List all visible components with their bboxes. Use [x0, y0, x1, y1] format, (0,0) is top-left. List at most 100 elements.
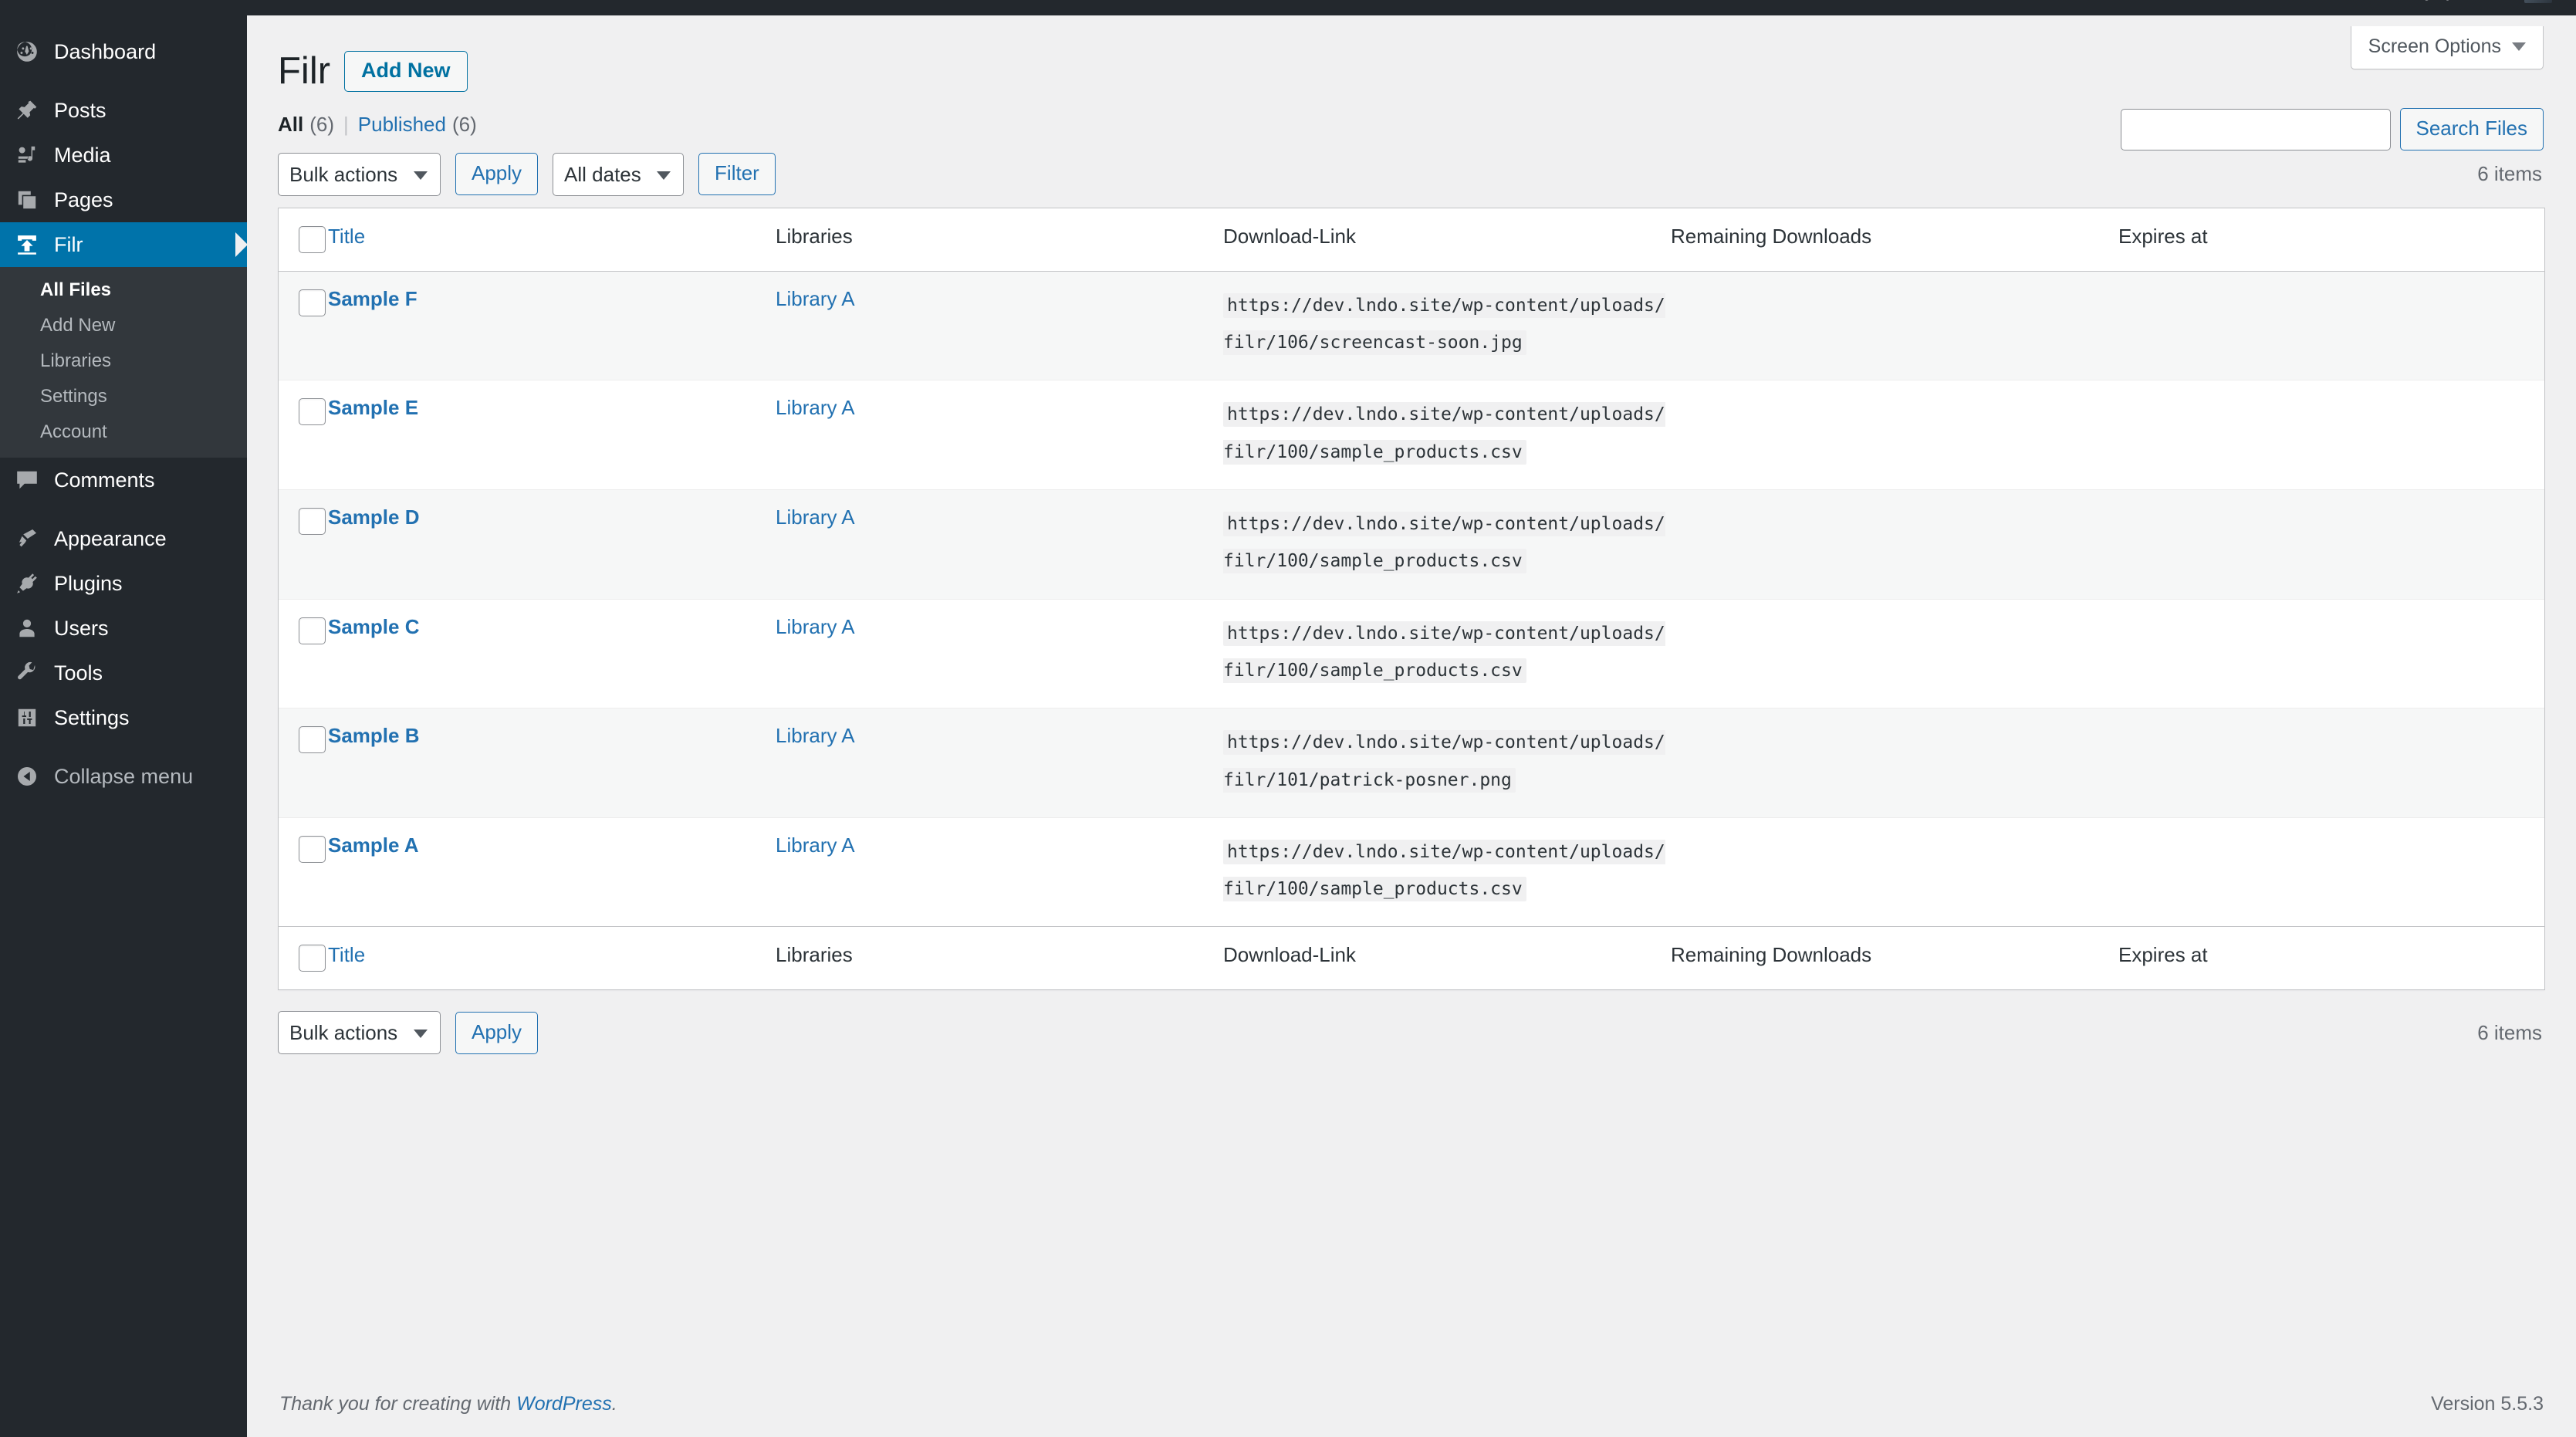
row-checkbox[interactable]: [299, 617, 326, 644]
select-all-checkbox-bottom[interactable]: [299, 945, 326, 972]
table-row[interactable]: Sample F Library A https://dev.lndo.site…: [279, 271, 2544, 380]
sidebar-subitem-add-new[interactable]: Add New: [0, 308, 247, 343]
row-expires-at-cell: [2118, 380, 2544, 489]
sidebar-item-tools[interactable]: Tools: [0, 651, 247, 695]
brush-icon: [11, 526, 43, 551]
row-title-link[interactable]: Sample B: [328, 724, 420, 747]
admin-bar-my-account[interactable]: Howdy, patrick: [2358, 0, 2576, 15]
column-footer-title-link[interactable]: Title: [328, 943, 365, 966]
sidebar-subitem-libraries[interactable]: Libraries: [0, 343, 247, 379]
row-library-link[interactable]: Library A: [776, 724, 855, 747]
row-title-link[interactable]: Sample A: [328, 833, 419, 857]
column-footer-expires-at: Expires at: [2118, 926, 2544, 989]
column-header-title[interactable]: Title: [328, 208, 776, 272]
wrench-icon: [11, 661, 43, 685]
footer-thankyou-prefix: Thank you for creating with: [279, 1392, 517, 1415]
sidebar-item-pages[interactable]: Pages: [0, 178, 247, 222]
row-title-link[interactable]: Sample D: [328, 505, 420, 529]
bulk-actions-select[interactable]: Bulk actions: [278, 152, 441, 196]
sidebar-item-dashboard[interactable]: Dashboard: [0, 29, 247, 74]
date-filter-select[interactable]: All dates: [553, 152, 685, 196]
filter-button[interactable]: Filter: [698, 153, 776, 196]
row-library-link[interactable]: Library A: [776, 287, 855, 310]
row-checkbox[interactable]: [299, 508, 326, 536]
sidebar-item-comments[interactable]: Comments: [0, 458, 247, 502]
page-title-row: Filr Add New: [278, 15, 2545, 93]
row-checkbox[interactable]: [299, 726, 326, 754]
sidebar-item-label: Plugins: [54, 571, 123, 595]
row-title-link[interactable]: Sample F: [328, 287, 418, 310]
download-icon: [11, 232, 43, 258]
column-footer-download-link: Download-Link: [1223, 926, 1671, 989]
row-remaining-downloads-cell: [1671, 708, 2118, 817]
pages-icon: [11, 188, 43, 212]
sidebar-item-label: Tools: [54, 661, 103, 685]
row-title-link[interactable]: Sample C: [328, 615, 420, 638]
sidebar-item-label: Settings: [54, 705, 130, 729]
sidebar-item-label: Comments: [54, 468, 155, 492]
sidebar-item-appearance[interactable]: Appearance: [0, 516, 247, 561]
row-download-link-cell: https://dev.lndo.site/wp-content/uploads…: [1223, 817, 1671, 927]
search-input[interactable]: [2120, 108, 2391, 150]
sidebar-subitem-account[interactable]: Account: [0, 414, 247, 450]
plug-icon: [11, 571, 43, 596]
row-library-link[interactable]: Library A: [776, 505, 855, 529]
bulk-actions-select-bottom[interactable]: Bulk actions: [278, 1011, 441, 1055]
row-library-link[interactable]: Library A: [776, 396, 855, 419]
row-expires-at-cell: [2118, 598, 2544, 708]
row-expires-at-cell: [2118, 489, 2544, 599]
view-all[interactable]: All (6): [278, 113, 334, 137]
sidebar-item-users[interactable]: Users: [0, 606, 247, 651]
row-checkbox[interactable]: [299, 398, 326, 426]
collapse-menu-button[interactable]: Collapse menu: [0, 754, 247, 799]
row-download-link-cell: https://dev.lndo.site/wp-content/uploads…: [1223, 598, 1671, 708]
apply-button-top[interactable]: Apply: [455, 153, 539, 196]
main-content: Screen Options Filr Add New All (6) | Pu…: [247, 15, 2576, 1437]
search-files-button[interactable]: Search Files: [2399, 108, 2544, 150]
views-divider: |: [343, 112, 349, 136]
home-icon: [61, 0, 84, 15]
sidebar-item-label: Dashboard: [54, 39, 157, 63]
row-remaining-downloads-cell: [1671, 380, 2118, 489]
sidebar-item-posts[interactable]: Posts: [0, 88, 247, 133]
sidebar-subitem-all-files[interactable]: All Files: [0, 272, 247, 308]
view-published-count: (6): [451, 112, 477, 136]
row-library-link[interactable]: Library A: [776, 833, 855, 857]
table-row[interactable]: Sample E Library A https://dev.lndo.site…: [279, 380, 2544, 489]
sidebar-item-settings[interactable]: Settings: [0, 695, 247, 740]
sidebar-item-filr[interactable]: Filr: [0, 222, 248, 267]
column-footer-libraries: Libraries: [776, 926, 1223, 989]
view-published-label[interactable]: Published: [358, 113, 446, 137]
table-row[interactable]: Sample B Library A https://dev.lndo.site…: [279, 708, 2544, 817]
select-all-footer: [279, 926, 328, 989]
wordpress-link[interactable]: WordPress: [516, 1393, 612, 1415]
admin-bar-site-name[interactable]: distancl: [48, 0, 175, 15]
row-download-link-cell: https://dev.lndo.site/wp-content/uploads…: [1223, 380, 1671, 489]
apply-button-bottom[interactable]: Apply: [455, 1011, 539, 1054]
view-published[interactable]: Published (6): [358, 113, 477, 137]
sidebar-item-plugins[interactable]: Plugins: [0, 561, 247, 606]
screen-options-button[interactable]: Screen Options: [2350, 26, 2544, 69]
column-header-title-link[interactable]: Title: [328, 225, 365, 248]
table-row[interactable]: Sample C Library A https://dev.lndo.site…: [279, 598, 2544, 708]
tablenav-top: Bulk actions Apply All dates Filter 6 it…: [278, 149, 2545, 200]
add-new-button[interactable]: Add New: [344, 51, 468, 93]
table-row[interactable]: Sample D Library A https://dev.lndo.site…: [279, 489, 2544, 599]
plus-icon: [256, 0, 279, 15]
admin-bar-wp-logo[interactable]: [0, 0, 48, 15]
sidebar-item-media[interactable]: Media: [0, 133, 247, 178]
row-library-link[interactable]: Library A: [776, 615, 855, 638]
table-row[interactable]: Sample A Library A https://dev.lndo.site…: [279, 817, 2544, 927]
admin-bar-comments[interactable]: 0: [175, 0, 243, 15]
wordpress-logo-icon: [10, 0, 35, 15]
row-title-link[interactable]: Sample E: [328, 396, 418, 419]
select-all-checkbox-top[interactable]: [299, 225, 326, 253]
admin-bar-new-content[interactable]: New: [243, 0, 341, 15]
row-checkbox[interactable]: [299, 835, 326, 863]
column-footer-title[interactable]: Title: [328, 926, 776, 989]
row-checkbox[interactable]: [299, 289, 326, 316]
sidebar-subitem-settings[interactable]: Settings: [0, 379, 247, 414]
displaying-num-bottom: 6 items: [2477, 1020, 2542, 1044]
row-library-cell: Library A: [776, 708, 1223, 817]
column-footer-remaining-downloads: Remaining Downloads: [1671, 926, 2118, 989]
